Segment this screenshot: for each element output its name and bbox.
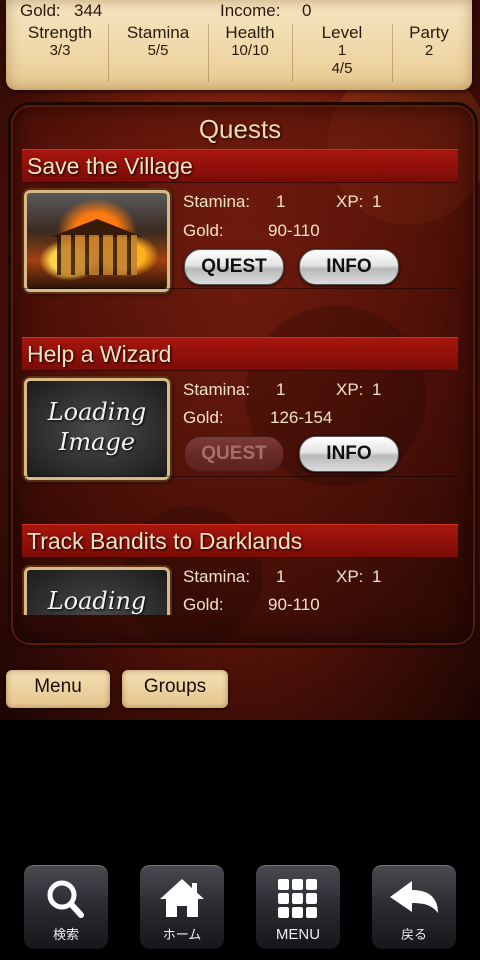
- stat-value: 5/5: [147, 42, 169, 59]
- quest-button[interactable]: QUEST: [184, 249, 284, 285]
- xp-label: XP:: [336, 380, 364, 399]
- stat-label: Health: [225, 23, 275, 42]
- loading-image-text: Loading: [27, 570, 167, 615]
- stat-stamina: Stamina 5/5: [108, 24, 209, 82]
- xp-value: 1: [372, 380, 382, 399]
- xp-value: 1: [372, 567, 382, 586]
- image-word: Image: [58, 428, 136, 456]
- menu-grid-icon: [278, 879, 317, 918]
- menu-button[interactable]: MENU: [256, 865, 340, 949]
- xp-value: 1: [372, 192, 382, 211]
- info-button[interactable]: INFO: [299, 436, 399, 472]
- quest-title-bar: Help a Wizard: [22, 337, 458, 371]
- quest-image-loading: Loading: [24, 567, 170, 615]
- gold-value: 344: [74, 1, 103, 20]
- back-arrow-icon: [390, 881, 438, 913]
- home-icon: [160, 879, 204, 917]
- divider: [22, 476, 458, 477]
- divider: [22, 288, 458, 289]
- stat-label: Stamina: [126, 23, 190, 42]
- stats-panel: Gold: 344 Income: 0 Strength 3/3 Stamina…: [6, 0, 472, 90]
- stat-strength: Strength 3/3: [12, 24, 109, 82]
- gold-label: Gold:: [20, 1, 61, 20]
- quest-image-loading: Loading Image: [24, 378, 170, 480]
- menu-tab-button[interactable]: Menu: [6, 670, 110, 708]
- quest-list-clip: Loading Stamina: 1 XP: 1 Gold: 90-110: [8, 560, 472, 615]
- quest-title-bar: Track Bandits to Darklands: [22, 524, 458, 558]
- quests-title: Quests: [198, 114, 282, 144]
- gold-range: 90-110: [268, 595, 320, 614]
- nav-label: 戻る: [400, 927, 427, 942]
- groups-tab-button[interactable]: Groups: [122, 670, 228, 708]
- stamina-value: 1: [276, 567, 286, 586]
- loading-word: Loading: [47, 587, 147, 615]
- quest-button-disabled: QUEST: [184, 436, 284, 472]
- stamina-label: Stamina:: [183, 380, 251, 399]
- game-screen: Gold: 344 Income: 0 Strength 3/3 Stamina…: [0, 0, 480, 720]
- stamina-value: 1: [276, 192, 286, 211]
- gold-label: Gold:: [183, 408, 224, 427]
- gold-range: 126-154: [270, 408, 333, 427]
- stat-health: Health 10/10: [208, 24, 293, 82]
- nav-label: MENU: [275, 926, 321, 943]
- gold-label: Gold:: [183, 595, 224, 614]
- stamina-value: 1: [276, 380, 286, 399]
- nav-label: 検索: [52, 927, 79, 942]
- search-button[interactable]: 検索: [24, 865, 108, 949]
- stat-label: Strength: [27, 23, 93, 42]
- stat-value: 1: [337, 42, 347, 59]
- info-button[interactable]: INFO: [299, 249, 399, 285]
- stamina-label: Stamina:: [183, 192, 251, 211]
- stat-level: Level 1 4/5: [292, 24, 393, 82]
- stat-value-xp-progress: 4/5: [331, 60, 353, 77]
- stat-value: 2: [424, 42, 434, 59]
- gold-range: 90-110: [268, 221, 320, 240]
- stamina-label: Stamina:: [183, 567, 251, 586]
- stat-label: Level: [321, 23, 363, 42]
- quest-name: Track Bandits to Darklands: [27, 528, 303, 554]
- income-value: 0: [302, 1, 312, 20]
- back-button[interactable]: 戻る: [372, 865, 456, 949]
- loading-image-text: Loading Image: [27, 381, 167, 457]
- xp-label: XP:: [336, 567, 364, 586]
- xp-label: XP:: [336, 192, 364, 211]
- stat-value: 3/3: [49, 42, 71, 59]
- loading-word: Loading: [47, 398, 147, 426]
- gold-label: Gold:: [183, 221, 224, 240]
- home-button[interactable]: ホーム: [140, 865, 224, 949]
- quest-image-burning-village: [24, 190, 170, 292]
- android-nav-bar: 検索 ホーム MENU 戻る: [0, 860, 480, 960]
- quest-title-bar: Save the Village: [22, 149, 458, 183]
- stat-party: Party 2: [392, 24, 466, 82]
- house-shape: [57, 235, 137, 275]
- search-icon: [47, 880, 84, 918]
- quest-name: Help a Wizard: [27, 341, 172, 367]
- quest-name: Save the Village: [27, 153, 193, 179]
- stat-value: 10/10: [231, 42, 269, 59]
- nav-label: ホーム: [162, 927, 202, 942]
- stat-label: Party: [409, 23, 449, 42]
- income-label: Income:: [220, 1, 281, 20]
